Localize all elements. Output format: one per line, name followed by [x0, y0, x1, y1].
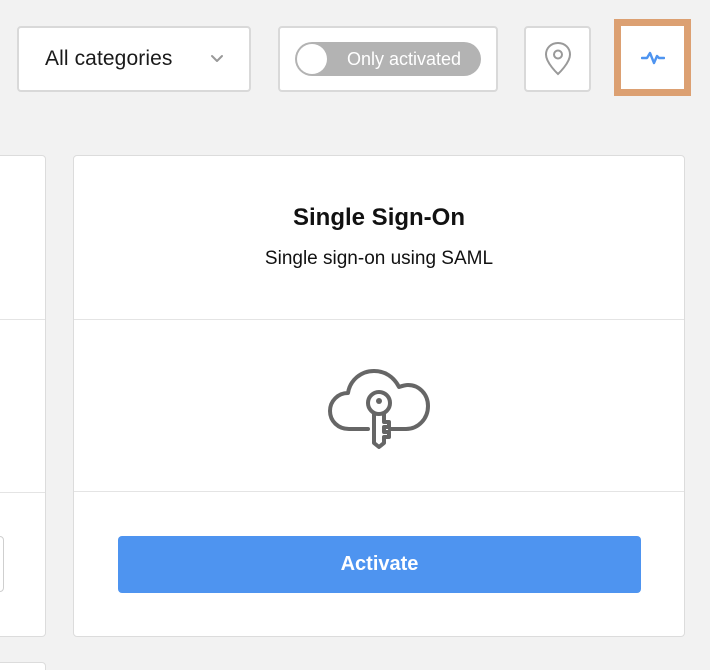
activity-pulse-icon	[640, 51, 665, 64]
activity-button[interactable]	[621, 26, 684, 89]
card-subtitle: Single sign-on using SAML	[264, 248, 494, 269]
card-icon-area	[74, 321, 684, 492]
toggle-knob	[297, 44, 327, 74]
category-select-value: All categories	[45, 47, 173, 70]
card-title: Single Sign-On	[293, 204, 465, 231]
card-action-button-partial[interactable]	[0, 536, 4, 592]
integration-card-sso: Single Sign-On Single sign-on using SAML…	[73, 155, 685, 637]
card-divider	[0, 319, 45, 320]
card-header: Single Sign-On Single sign-on using SAML	[74, 156, 684, 320]
activate-button[interactable]: Activate	[118, 536, 641, 593]
only-activated-label: Only activated	[346, 49, 462, 69]
only-activated-toggle[interactable]: Only activated	[295, 42, 481, 76]
chevron-down-icon	[211, 55, 223, 62]
activity-button-focus-ring	[614, 19, 691, 96]
integration-card-partial-next	[0, 662, 46, 670]
integrations-page: All categories Only activated Single Sig…	[0, 0, 710, 670]
location-button[interactable]	[524, 26, 591, 92]
cloud-key-icon	[328, 369, 430, 449]
category-select[interactable]: All categories	[17, 26, 251, 92]
integration-card-partial	[0, 155, 46, 637]
card-divider	[0, 492, 45, 493]
activation-filter: Only activated	[278, 26, 498, 92]
map-pin-icon	[544, 41, 571, 76]
